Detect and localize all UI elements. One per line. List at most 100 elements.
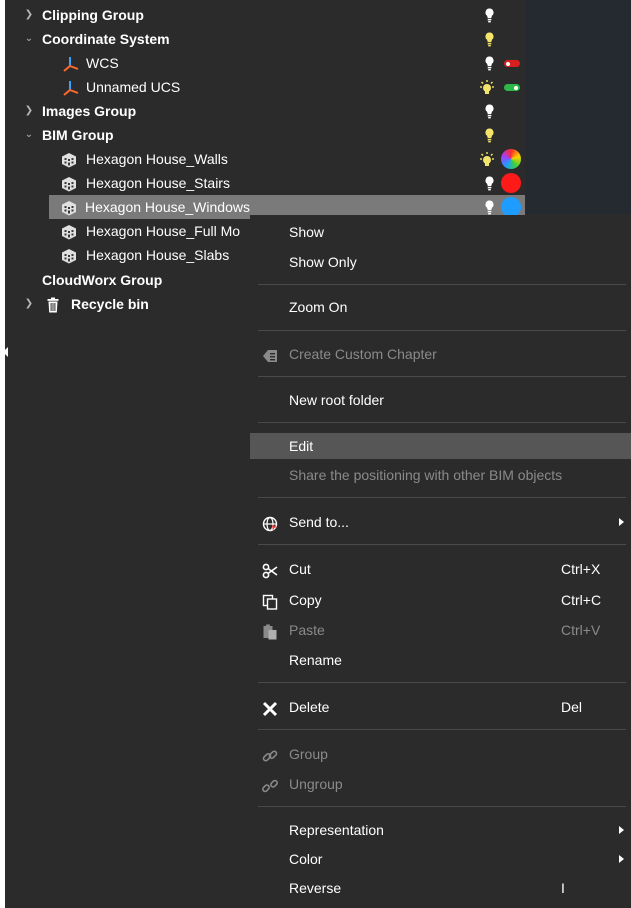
menu-item-label: Color xyxy=(289,851,323,867)
menu-item-edit[interactable]: Edit xyxy=(250,433,631,459)
color-by-source-icon[interactable] xyxy=(501,149,521,169)
menu-separator xyxy=(258,682,626,683)
tree-row-label: Hexagon House_Stairs xyxy=(86,175,230,191)
visibility-bulb-icon[interactable] xyxy=(485,176,494,191)
menu-item-label: Edit xyxy=(289,438,314,454)
menu-separator xyxy=(258,284,626,285)
tree-row-label: Hexagon House_Windows xyxy=(85,199,250,215)
collapse-panel-arrow-icon[interactable] xyxy=(3,347,8,357)
menu-item-send-to[interactable]: Send to... xyxy=(250,509,631,535)
visibility-bulb-icon[interactable] xyxy=(485,200,494,215)
tree-row-label: BIM Group xyxy=(42,127,114,143)
menu-item-zoom-on[interactable]: Zoom On xyxy=(250,294,631,320)
menu-item-label: Copy xyxy=(289,592,322,608)
tree-row-wcs[interactable]: WCS xyxy=(5,51,525,75)
menu-item-ungroup[interactable]: Ungroup xyxy=(250,771,631,797)
visibility-bulb-icon[interactable] xyxy=(485,104,494,119)
tree-row-label: Hexagon House_Slabs xyxy=(86,247,230,263)
menu-item-shortcut: Ctrl+V xyxy=(561,622,601,638)
menu-item-representation[interactable]: Representation xyxy=(250,817,631,843)
tree-row-bim-group[interactable]: ⌄ BIM Group xyxy=(5,123,525,147)
menu-item-color[interactable]: Color xyxy=(250,846,631,872)
scissors-icon xyxy=(262,561,278,579)
menu-item-show-only[interactable]: Show Only xyxy=(250,249,631,275)
partial-visibility-bulb-icon[interactable] xyxy=(479,151,495,167)
active-toggle[interactable] xyxy=(504,84,520,91)
tree-row-label: WCS xyxy=(86,55,119,71)
unlink-icon xyxy=(262,776,278,793)
chevron-right-icon[interactable]: ❯ xyxy=(22,99,36,123)
menu-separator xyxy=(258,497,626,498)
menu-item-label: Create Custom Chapter xyxy=(289,346,437,362)
tree-row-images-group[interactable]: ❯ Images Group xyxy=(5,99,525,123)
toggle-knob xyxy=(506,61,510,66)
tree-row-walls[interactable]: Hexagon House_Walls xyxy=(5,147,525,171)
menu-item-shortcut: I xyxy=(561,880,565,896)
tree-row-unnamed-ucs[interactable]: Unnamed UCS xyxy=(5,75,525,99)
visibility-bulb-icon[interactable] xyxy=(485,32,494,47)
menu-separator xyxy=(258,729,626,730)
visibility-bulb-icon[interactable] xyxy=(485,128,494,143)
color-swatch[interactable] xyxy=(501,173,521,193)
visibility-bulb-icon[interactable] xyxy=(485,8,494,23)
menu-item-label: Cut xyxy=(289,561,311,577)
copy-icon xyxy=(262,592,278,610)
menu-item-delete[interactable]: Delete Del xyxy=(250,694,631,720)
menu-separator xyxy=(258,806,626,807)
menu-separator xyxy=(258,376,626,377)
menu-item-rename[interactable]: Rename xyxy=(250,647,631,673)
menu-item-show[interactable]: Show xyxy=(250,219,631,245)
menu-item-label: Ungroup xyxy=(289,776,343,792)
menu-item-label: Send to... xyxy=(289,514,349,530)
ucs-axis-icon xyxy=(63,79,79,96)
bim-building-icon xyxy=(61,223,77,240)
color-swatch[interactable] xyxy=(501,197,521,217)
menu-item-label: New root folder xyxy=(289,392,384,408)
trash-icon xyxy=(45,296,61,313)
toggle-knob xyxy=(514,85,518,90)
tree-row-label: CloudWorx Group xyxy=(42,272,163,288)
menu-item-shortcut: Ctrl+C xyxy=(561,592,602,608)
menu-item-copy[interactable]: Copy Ctrl+C xyxy=(250,587,631,613)
tree-row-coordinate-system[interactable]: ⌄ Coordinate System xyxy=(5,27,525,51)
menu-separator xyxy=(258,544,626,545)
tree-row-label: Hexagon House_Walls xyxy=(86,151,228,167)
link-icon xyxy=(262,746,278,762)
chevron-down-icon[interactable]: ⌄ xyxy=(22,123,36,147)
tree-row-label: Hexagon House_Full Mo xyxy=(86,223,241,239)
bim-building-icon xyxy=(61,151,77,168)
ucs-axis-icon xyxy=(63,55,79,72)
menu-separator xyxy=(258,330,626,331)
menu-item-new-root-folder[interactable]: New root folder xyxy=(250,387,631,413)
menu-item-label: Paste xyxy=(289,622,325,638)
tree-row-label: Recycle bin xyxy=(71,296,149,312)
menu-item-paste[interactable]: Paste Ctrl+V xyxy=(250,617,631,643)
chevron-right-icon[interactable]: ❯ xyxy=(22,292,36,316)
tree-row-label: Images Group xyxy=(42,103,137,119)
delete-x-icon xyxy=(262,699,278,717)
menu-item-create-custom-chapter[interactable]: Create Custom Chapter xyxy=(250,341,631,367)
paste-icon xyxy=(262,622,278,640)
tree-row-label: Clipping Group xyxy=(42,7,144,23)
menu-item-shortcut: Ctrl+X xyxy=(561,561,601,577)
menu-item-label: Delete xyxy=(289,699,330,715)
menu-item-reverse[interactable]: Reverse I xyxy=(250,875,631,901)
bim-building-icon xyxy=(61,175,77,192)
tree-row-clipping-group[interactable]: ❯ Clipping Group xyxy=(5,3,525,27)
menu-item-group[interactable]: Group xyxy=(250,741,631,767)
menu-item-label: Show xyxy=(289,224,325,240)
tree-row-stairs[interactable]: Hexagon House_Stairs xyxy=(5,171,525,195)
menu-item-shortcut: Del xyxy=(561,699,583,715)
menu-item-share-positioning[interactable]: Share the positioning with other BIM obj… xyxy=(250,462,631,488)
menu-item-cut[interactable]: Cut Ctrl+X xyxy=(250,556,631,582)
tree-row-label: Coordinate System xyxy=(42,31,170,47)
bim-building-icon xyxy=(61,199,77,216)
chevron-down-icon[interactable]: ⌄ xyxy=(22,27,36,51)
visibility-bulb-icon[interactable] xyxy=(485,56,494,71)
submenu-arrow-icon xyxy=(619,855,624,863)
active-toggle[interactable] xyxy=(504,60,520,67)
submenu-arrow-icon xyxy=(619,826,624,834)
partial-visibility-bulb-icon[interactable] xyxy=(479,79,495,95)
menu-item-label: Representation xyxy=(289,822,384,838)
chevron-right-icon[interactable]: ❯ xyxy=(22,3,36,27)
